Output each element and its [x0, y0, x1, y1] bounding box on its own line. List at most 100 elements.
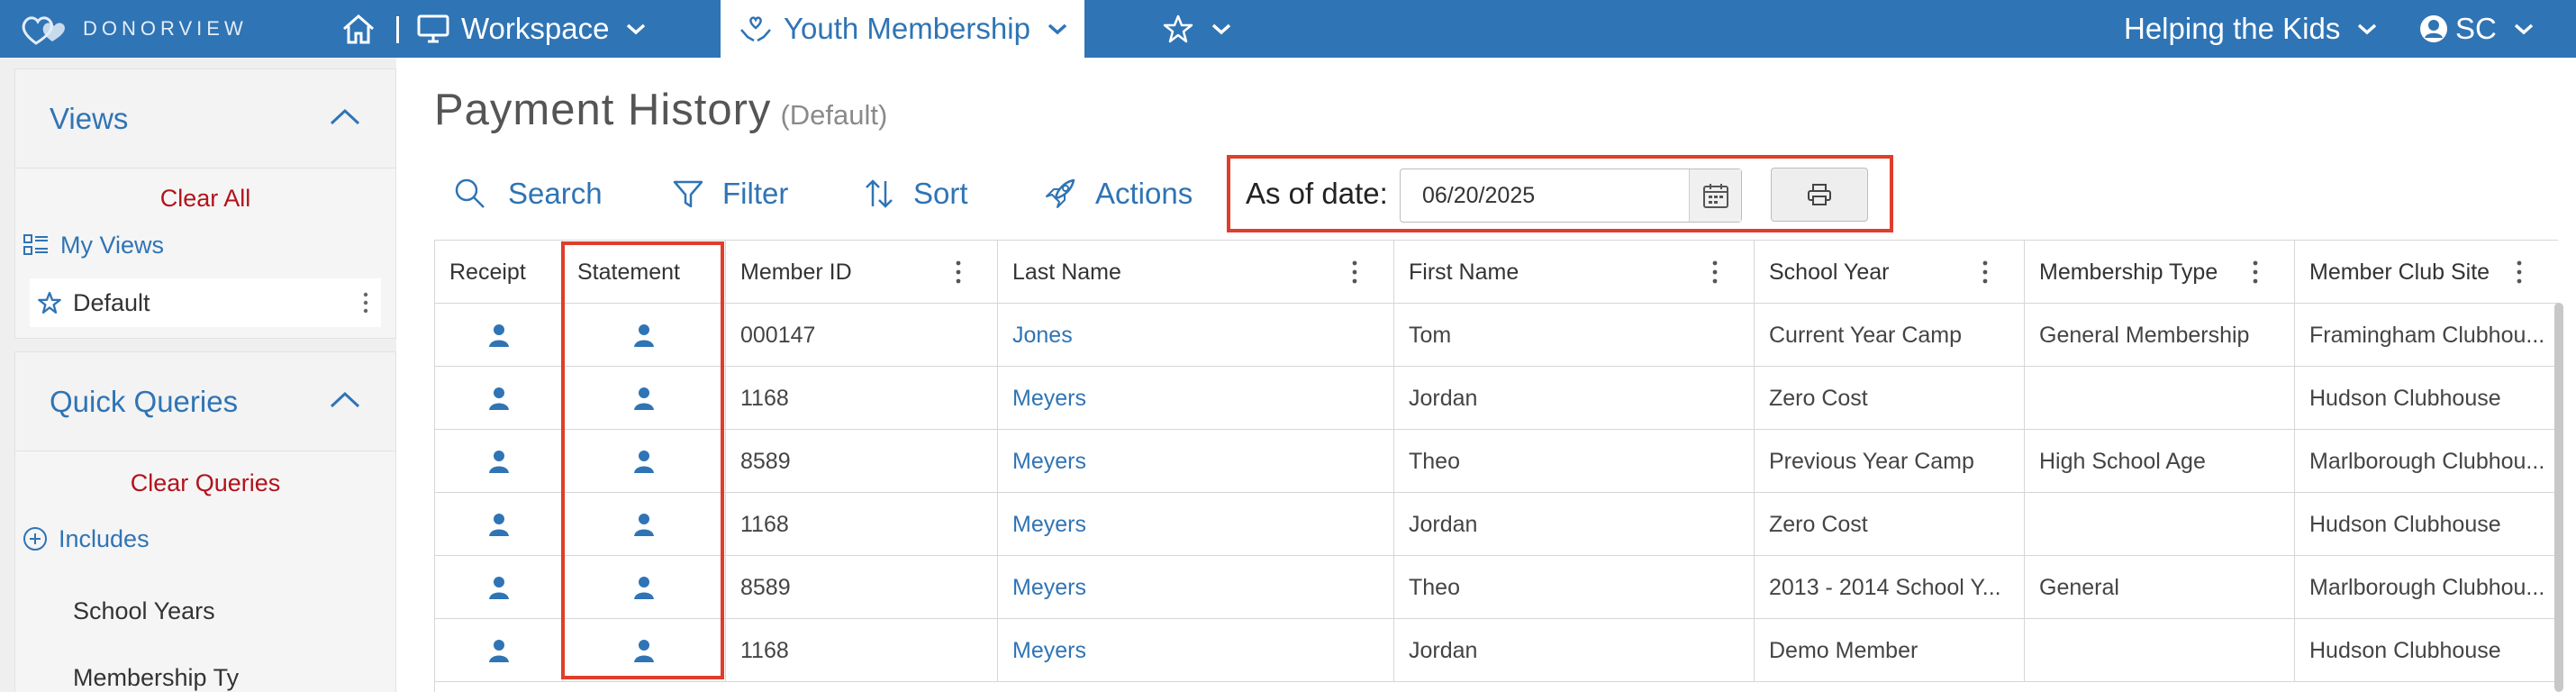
- person-icon: [488, 387, 509, 410]
- includes-toggle[interactable]: Includes: [23, 514, 374, 563]
- clear-all-link[interactable]: Clear All: [15, 185, 395, 213]
- last-name-link[interactable]: Meyers: [998, 493, 1394, 556]
- sidebar-item-default[interactable]: Default: [30, 278, 381, 327]
- vertical-scrollbar[interactable]: [2554, 303, 2563, 692]
- chevron-up-icon: [330, 391, 360, 408]
- home-button[interactable]: [340, 0, 376, 58]
- receipt-cell[interactable]: [435, 430, 563, 493]
- person-icon: [634, 387, 654, 410]
- page-title-text: Payment History: [434, 86, 772, 134]
- club-site-cell: Marlborough Clubhou...: [2295, 556, 2558, 619]
- column-header-last-name[interactable]: Last Name: [998, 241, 1394, 304]
- as-of-date-field[interactable]: 06/20/2025: [1400, 168, 1742, 223]
- sort-button[interactable]: Sort: [863, 167, 968, 221]
- views-header[interactable]: Views: [15, 69, 395, 168]
- receipt-cell[interactable]: [435, 304, 563, 367]
- club-site-cell: Hudson Clubhouse: [2295, 619, 2558, 682]
- person-icon: [634, 324, 654, 347]
- search-label: Search: [508, 177, 603, 210]
- table-row[interactable]: 1168 Meyers Jordan Zero Cost Hudson Clubhous…: [435, 493, 2558, 556]
- table-row[interactable]: 8589 Meyers Theo 2013 - 2014 School Y... Gen…: [435, 556, 2558, 619]
- star-outline-icon: [1163, 14, 1193, 43]
- school-year-cell: Demo Member: [1755, 619, 2025, 682]
- last-name-link[interactable]: Jones: [998, 304, 1394, 367]
- member-id-cell: 000147: [726, 304, 998, 367]
- column-menu-icon[interactable]: [1352, 260, 1357, 285]
- column-menu-icon[interactable]: [956, 260, 961, 285]
- statement-cell[interactable]: [563, 367, 726, 430]
- column-header-member-id[interactable]: Member ID: [726, 241, 998, 304]
- person-icon: [488, 514, 509, 536]
- column-menu-icon[interactable]: [1712, 260, 1718, 285]
- hearts-logo-icon: [22, 16, 65, 45]
- workspace-menu[interactable]: Workspace: [416, 0, 647, 58]
- query-item-membership-types[interactable]: Membership Ty: [73, 664, 239, 692]
- column-header-membership-type[interactable]: Membership Type: [2025, 241, 2295, 304]
- tab-youth-membership[interactable]: Youth Membership: [721, 0, 1084, 58]
- sidebar-item-my-views[interactable]: My Views: [23, 221, 374, 269]
- tab-label: Youth Membership: [784, 12, 1030, 45]
- table-row[interactable]: 1168 Meyers Jordan Zero Cost Hudson Clubhous…: [435, 367, 2558, 430]
- table-row[interactable]: 8589 Meyers Theo Previous Year Camp High Sch…: [435, 430, 2558, 493]
- quick-queries-header[interactable]: Quick Queries: [15, 352, 395, 451]
- printer-icon: [1808, 184, 1831, 205]
- column-menu-icon[interactable]: [1982, 260, 1988, 285]
- person-icon: [488, 577, 509, 599]
- print-button[interactable]: [1771, 168, 1868, 222]
- column-header-receipt[interactable]: Receipt: [435, 241, 563, 304]
- filter-icon: [673, 180, 703, 208]
- receipt-cell[interactable]: [435, 619, 563, 682]
- column-header-member-club-site[interactable]: Member Club Site: [2295, 241, 2558, 304]
- column-header-label: First Name: [1409, 259, 1519, 285]
- column-header-first-name[interactable]: First Name: [1394, 241, 1755, 304]
- user-menu[interactable]: SC: [2419, 0, 2535, 58]
- star-outline-icon: [38, 291, 61, 314]
- statement-cell[interactable]: [563, 619, 726, 682]
- statement-cell[interactable]: [563, 556, 726, 619]
- column-header-school-year[interactable]: School Year: [1755, 241, 2025, 304]
- column-menu-icon[interactable]: [2517, 260, 2522, 285]
- last-name-link[interactable]: Meyers: [998, 430, 1394, 493]
- actions-button[interactable]: Actions: [1043, 167, 1193, 221]
- filter-button[interactable]: Filter: [672, 167, 788, 221]
- actions-label: Actions: [1095, 177, 1193, 210]
- membership-type-cell: [2025, 619, 2295, 682]
- statement-cell[interactable]: [563, 430, 726, 493]
- receipt-cell[interactable]: [435, 556, 563, 619]
- table-row[interactable]: 000147 Jones Tom Current Year Camp General M…: [435, 304, 2558, 367]
- column-header-statement[interactable]: Statement: [563, 241, 726, 304]
- first-name-cell: Jordan: [1394, 493, 1755, 556]
- as-of-date-label: As of date:: [1246, 177, 1388, 210]
- organization-menu[interactable]: Helping the Kids: [2124, 0, 2378, 58]
- receipt-cell[interactable]: [435, 493, 563, 556]
- last-name-link[interactable]: Meyers: [998, 367, 1394, 430]
- statement-cell[interactable]: [563, 304, 726, 367]
- member-id-cell: 1168: [726, 619, 998, 682]
- last-name-link[interactable]: Meyers: [998, 619, 1394, 682]
- query-item-school-years[interactable]: School Years: [73, 597, 215, 625]
- receipt-cell[interactable]: [435, 367, 563, 430]
- search-button[interactable]: Search: [454, 167, 603, 221]
- as-of-date-value[interactable]: 06/20/2025: [1422, 183, 1535, 209]
- sort-label: Sort: [913, 177, 968, 210]
- club-site-cell: Hudson Clubhouse: [2295, 493, 2558, 556]
- rocket-icon: [1046, 178, 1075, 208]
- chevron-down-icon: [627, 23, 646, 35]
- statement-cell[interactable]: [563, 493, 726, 556]
- club-site-cell: Hudson Clubhouse: [2295, 367, 2558, 430]
- kebab-menu-icon[interactable]: [363, 289, 368, 316]
- filter-label: Filter: [722, 177, 789, 210]
- column-menu-icon[interactable]: [2253, 260, 2258, 285]
- last-name-link[interactable]: Meyers: [998, 556, 1394, 619]
- date-picker-button[interactable]: [1689, 169, 1741, 222]
- organization-label: Helping the Kids: [2124, 12, 2341, 45]
- favorites-menu[interactable]: [1162, 0, 1232, 58]
- clear-queries-link[interactable]: Clear Queries: [15, 469, 395, 497]
- table-row[interactable]: 1168 Meyers Jordan Demo Member Hudson Clubho…: [435, 619, 2558, 682]
- donorview-logo[interactable]: DONORVIEW: [20, 10, 248, 48]
- membership-type-cell: High School Age: [2025, 430, 2295, 493]
- column-header-label: Member Club Site: [2309, 259, 2490, 285]
- hands-heart-icon: [740, 16, 771, 42]
- school-year-cell: 2013 - 2014 School Y...: [1755, 556, 2025, 619]
- view-name: (Default): [780, 99, 888, 131]
